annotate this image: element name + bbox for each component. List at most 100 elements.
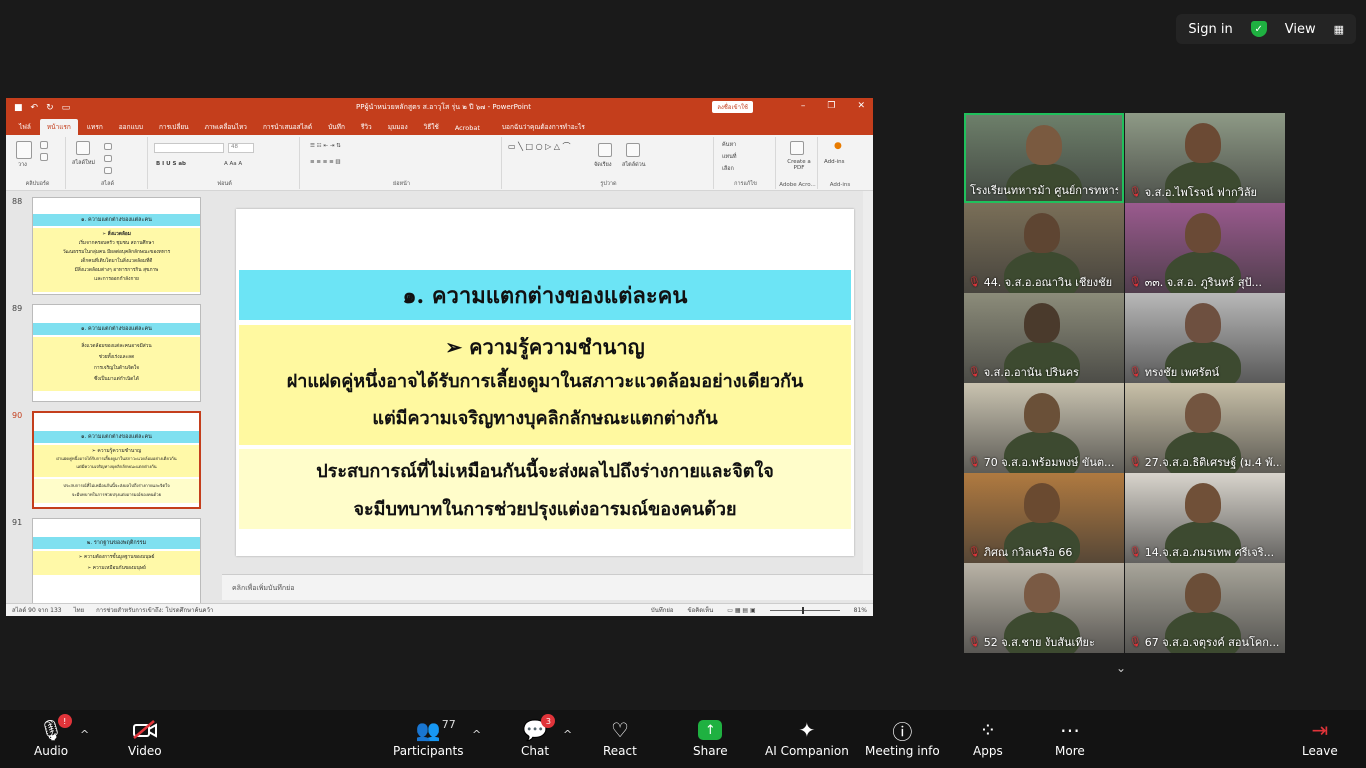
addins-label[interactable]: Add-ins <box>824 159 845 165</box>
view-button[interactable]: View <box>1285 22 1316 37</box>
audio-button[interactable]: 🎙! Audio <box>34 714 72 758</box>
tab-animations[interactable]: ภาพเคลื่อนไหว <box>198 119 254 135</box>
participant-tile[interactable]: 🎙 67 จ.ส.อ.จตุรงค์ สอนโคก... <box>1125 563 1285 653</box>
video-button[interactable]: Video <box>128 716 162 758</box>
leave-button[interactable]: ⇥ Leave <box>1302 716 1338 758</box>
notes-pane[interactable]: คลิกเพื่อเพิ่มบันทึกย่อ <box>222 574 873 600</box>
notes-toggle[interactable]: บันทึกย่อ <box>651 605 674 615</box>
slide-content-box-2[interactable]: ประสบการณ์ที่ไม่เหมือนกันนี้จะส่งผลไปถึง… <box>239 449 851 529</box>
tab-slideshow[interactable]: การนำเสนอสไลด์ <box>256 119 319 135</box>
redo-icon[interactable]: ↻ <box>46 103 54 113</box>
tell-me-search[interactable]: บอกฉันว่าคุณต้องการทำอะไร <box>495 119 592 135</box>
tab-review[interactable]: รีวิว <box>354 119 379 135</box>
apps-button[interactable]: ⁘ Apps <box>973 716 1003 758</box>
tab-record[interactable]: บันทึก <box>321 119 352 135</box>
slide-scrollbar[interactable] <box>863 191 873 574</box>
tab-view[interactable]: มุมมอง <box>381 119 415 135</box>
tab-help[interactable]: วิธีใช้ <box>417 119 446 135</box>
participants-button[interactable]: 👥 77 Participants <box>393 716 464 758</box>
paste-icon[interactable] <box>16 141 32 159</box>
new-slide-icon[interactable] <box>76 141 90 155</box>
share-button[interactable]: ↑ Share <box>693 716 728 758</box>
chevron-down-icon[interactable]: ⌄ <box>1116 661 1126 675</box>
bold-icon[interactable]: B I U S ab <box>156 161 186 167</box>
language-indicator[interactable]: ไทย <box>74 605 85 615</box>
thumb-line: เด็กคนที่เติบโตมาในสิ่งแวดล้อมที่ดี <box>80 259 153 264</box>
slide-thumbnail[interactable]: ๒. รากฐานของพฤติกรรม ➢ ความต้องการขั้นมู… <box>32 518 201 616</box>
participant-tile[interactable]: โรงเรียนทหารม้า ศูนย์การทหารม้า <box>964 113 1124 203</box>
font-size-field[interactable]: 48 <box>228 143 254 153</box>
participant-name-label: 🎙 ๓๓. จ.ส.อ. ภูรินทร์ สุปั... <box>1129 273 1281 291</box>
comments-toggle[interactable]: ข้อคิดเห็น <box>688 605 714 615</box>
participant-tile[interactable]: 🎙 70 จ.ส.อ.พร้อมพงษ์ ขันต... <box>964 383 1124 473</box>
slide-title[interactable]: ๑. ความแตกต่างของแต่ละคน <box>239 270 851 320</box>
participant-tile[interactable]: 🎙 52 จ.ส.ชาย งับสันเทียะ <box>964 563 1124 653</box>
more-button[interactable]: ⋯ More <box>1055 716 1085 758</box>
slide-thumbnail-selected[interactable]: ๑. ความแตกต่างของแต่ละคน ➢ ความรู้ความชำ… <box>32 411 201 509</box>
font-color-icon[interactable]: A Aa A <box>224 161 242 167</box>
addins-icon[interactable]: ● <box>834 141 842 151</box>
bullets-icon[interactable]: ☰ ☷ ⇤ ⇥ ⇅ <box>310 143 341 149</box>
present-icon[interactable]: ▭ <box>62 103 71 113</box>
section-icon[interactable] <box>104 167 112 174</box>
restore-icon[interactable]: ❐ <box>827 101 835 111</box>
cut-icon[interactable] <box>40 141 48 149</box>
view-grid-icon[interactable]: ▦ <box>1334 23 1344 36</box>
participant-tile[interactable]: 🎙 ๓๓. จ.ส.อ. ภูรินทร์ สุปั... <box>1125 203 1285 293</box>
participants-label: Participants <box>393 744 464 758</box>
tab-design[interactable]: ออกแบบ <box>112 119 150 135</box>
participant-tile[interactable]: 🎙 14.จ.ส.อ.ภมรเทพ ศรีเจริ... <box>1125 473 1285 563</box>
slide-thumbnail-pane[interactable]: 88 ๑. ความแตกต่างของแต่ละคน ➢ สิ่งแวดล้อ… <box>6 191 212 616</box>
participant-tile[interactable]: 🎙 44. จ.ส.อ.อณาวิน เชียงชัย <box>964 203 1124 293</box>
select-button[interactable]: เลือก <box>722 165 734 173</box>
accessibility-status[interactable]: การช่วยสำหรับการเข้าถึง: โปรดศึกษาค้นคว้… <box>96 605 213 615</box>
save-icon[interactable]: ■ <box>14 103 23 113</box>
encryption-shield-icon[interactable]: ✓ <box>1250 21 1267 37</box>
slide-content-box[interactable]: ➢ ความรู้ความชำนาญ ฝาแฝดคู่หนึ่งอาจได้รั… <box>239 325 851 445</box>
slide-thumbnail[interactable]: ๑. ความแตกต่างของแต่ละคน ➢ สิ่งแวดล้อม เ… <box>32 197 201 295</box>
participant-tile[interactable]: 🎙 27.จ.ส.อ.ธิติเศรษฐ์ (ม.4 พั... <box>1125 383 1285 473</box>
slide-editing-area[interactable]: ๑. ความแตกต่างของแต่ละคน ➢ ความรู้ความชำ… <box>222 191 873 574</box>
zoom-level[interactable]: 81% <box>854 607 867 614</box>
sign-in-button[interactable]: Sign in <box>1188 22 1232 37</box>
minimize-icon[interactable]: – <box>801 101 806 111</box>
create-pdf-label[interactable]: Create a PDF <box>782 159 816 171</box>
participant-tile[interactable]: 🎙 ทรงชัย เพศรัตน์ <box>1125 293 1285 383</box>
audio-options-caret[interactable]: ^ <box>80 728 89 741</box>
tab-file[interactable]: ไฟล์ <box>12 119 38 135</box>
view-buttons[interactable]: ▭ ▦ ▤ ▣ <box>727 607 755 614</box>
shapes-gallery-icon[interactable]: ▭ ╲ □ ○ ▷ △ ⌒ <box>508 141 570 152</box>
ai-companion-button[interactable]: ✦ AI Companion <box>765 716 849 758</box>
participants-options-caret[interactable]: ^ <box>472 728 481 741</box>
zoom-slider[interactable] <box>769 606 840 614</box>
participant-tile[interactable]: 🎙 ภิศณ กวิลเครือ 66 <box>964 473 1124 563</box>
participant-name: 44. จ.ส.อ.อณาวิน เชียงชัย <box>983 276 1113 289</box>
undo-icon[interactable]: ↶ <box>31 103 39 113</box>
close-icon[interactable]: ✕ <box>857 101 865 111</box>
reset-icon[interactable] <box>104 155 112 162</box>
chat-button[interactable]: 💬 3 Chat <box>521 714 556 758</box>
tab-home[interactable]: หน้าแรก <box>39 119 78 135</box>
tab-transitions[interactable]: การเปลี่ยน <box>152 119 196 135</box>
slide-thumbnail[interactable]: ๑. ความแตกต่างของแต่ละคน สิ่งแวดล้อมของแ… <box>32 304 201 402</box>
react-button[interactable]: ♡ React <box>603 716 637 758</box>
layout-icon[interactable] <box>104 143 112 150</box>
quick-styles-icon[interactable] <box>626 143 640 157</box>
tab-insert[interactable]: แทรก <box>80 119 110 135</box>
current-slide[interactable]: ๑. ความแตกต่างของแต่ละคน ➢ ความรู้ความชำ… <box>236 209 854 556</box>
find-button[interactable]: ค้นหา <box>722 141 736 149</box>
ppt-signin-button[interactable]: ลงชื่อเข้าใช้ <box>712 101 753 113</box>
participant-tile[interactable]: 🎙 จ.ส.อ.อานัน ปรินคร <box>964 293 1124 383</box>
chat-options-caret[interactable]: ^ <box>563 728 572 741</box>
more-label: More <box>1055 744 1085 758</box>
participant-tile[interactable]: 🎙 จ.ส.อ.ไพโรจน์ ฟากวิลัย <box>1125 113 1285 203</box>
copy-icon[interactable] <box>40 153 48 161</box>
slide-text-line: ประสบการณ์ที่ไม่เหมือนกันนี้จะส่งผลไปถึง… <box>316 461 774 482</box>
create-pdf-icon[interactable] <box>790 141 804 155</box>
align-icon[interactable]: ≡ ≡ ≡ ≡ ▥ <box>310 159 341 165</box>
font-name-field[interactable] <box>154 143 224 153</box>
replace-button[interactable]: แทนที่ <box>722 153 737 161</box>
meeting-info-button[interactable]: ⓘ Meeting info <box>865 716 940 759</box>
tab-acrobat[interactable]: Acrobat <box>448 121 487 135</box>
arrange-icon[interactable] <box>598 143 612 157</box>
